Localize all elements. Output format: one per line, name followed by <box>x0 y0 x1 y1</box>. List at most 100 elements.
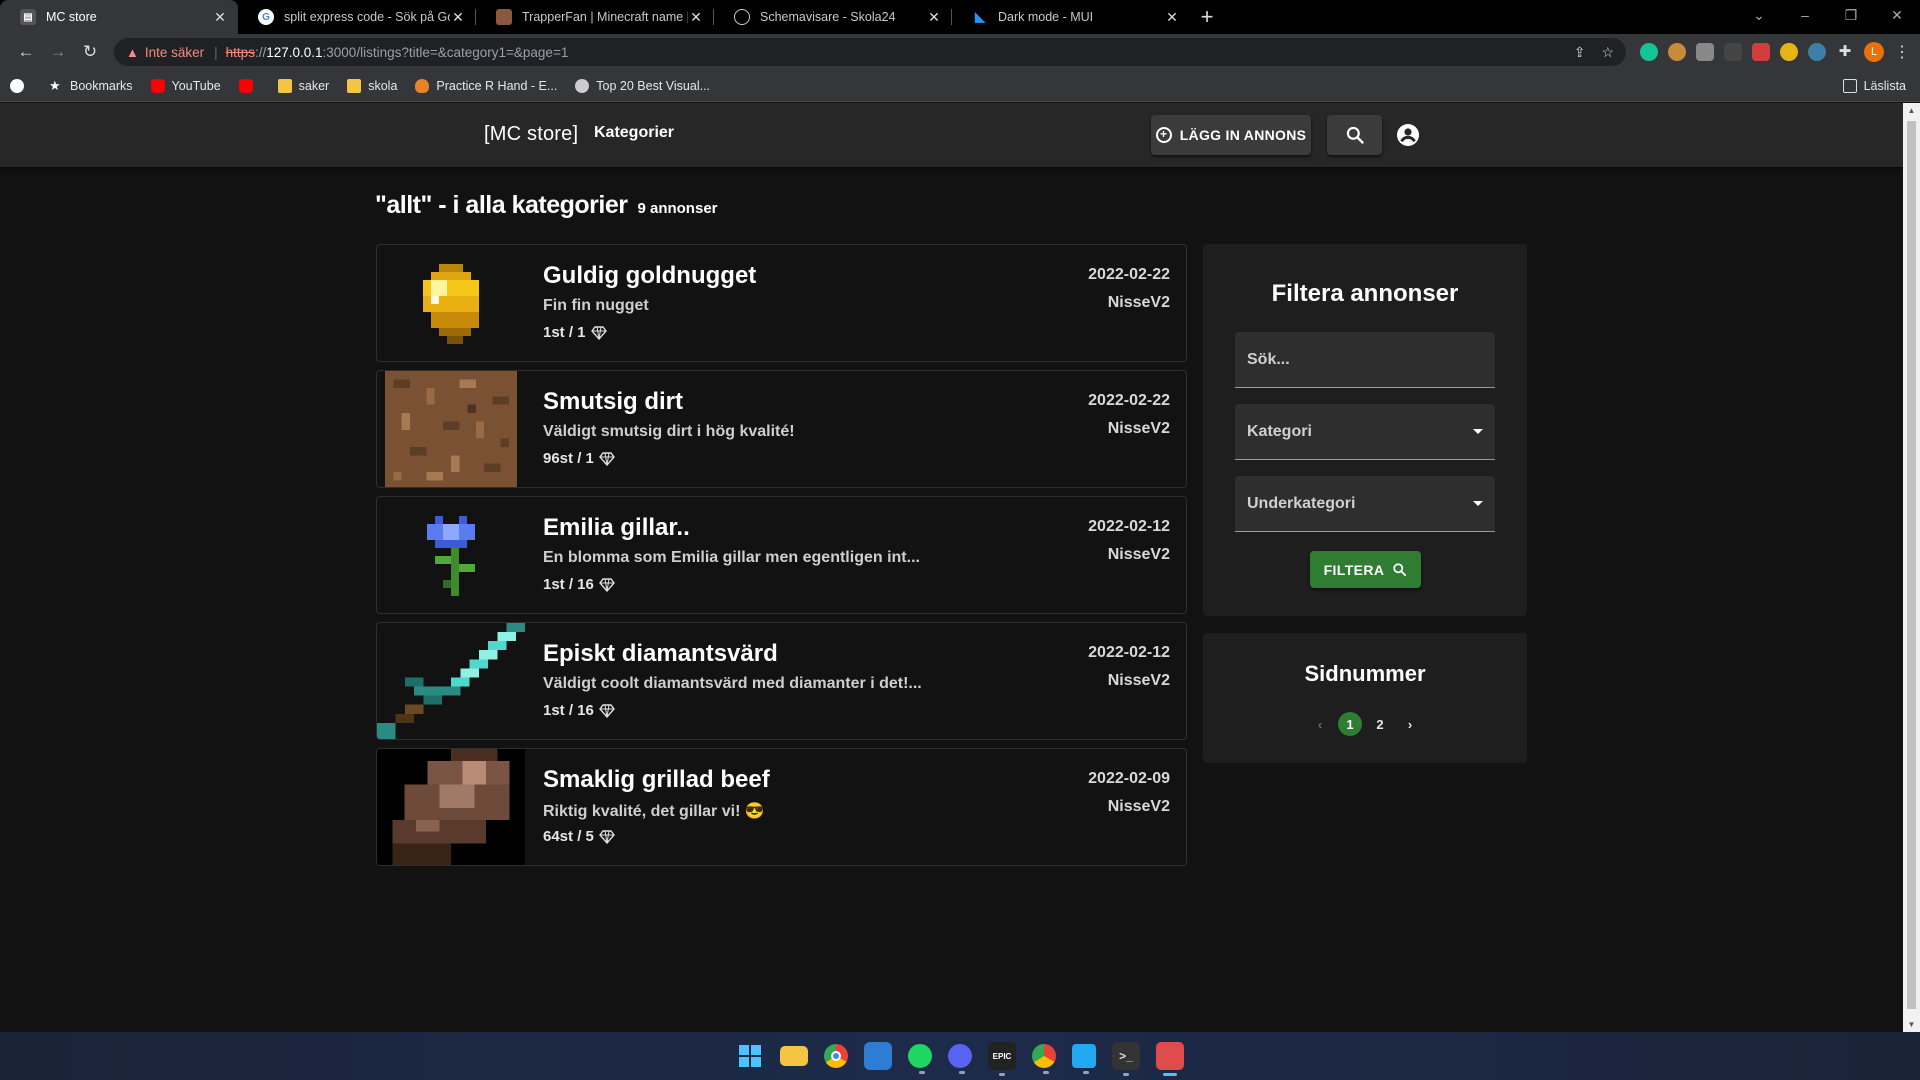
listing-card[interactable]: Episkt diamantsvärd Väldigt coolt diaman… <box>376 622 1187 740</box>
bookmark-star-icon[interactable]: ☆ <box>1601 44 1614 61</box>
bookmark-item[interactable]: ★ Bookmarks <box>49 78 133 93</box>
mc-store-favicon-icon: ▤ <box>20 9 36 25</box>
listing-price: 96st / 1 <box>543 450 615 467</box>
scrollbar-thumb[interactable] <box>1907 121 1916 1009</box>
listing-card[interactable]: Smutsig dirt Väldigt smutsig dirt i hög … <box>376 370 1187 488</box>
brand-logo[interactable]: [MC store] <box>484 123 578 146</box>
listing-card[interactable]: Guldig goldnugget Fin fin nugget 1st / 1… <box>376 244 1187 362</box>
terminal-icon[interactable]: >_ <box>1112 1042 1140 1076</box>
bookmark-item[interactable]: Top 20 Best Visual... <box>575 78 710 93</box>
browser-tab[interactable]: G split express code - Sök på Goog ✕ <box>238 0 476 34</box>
extension-yellow-icon[interactable] <box>1780 43 1798 61</box>
extension-globe-icon[interactable] <box>1808 43 1826 61</box>
back-button[interactable]: ← <box>10 42 42 62</box>
extension-pen-icon[interactable] <box>1724 43 1742 61</box>
restore-button[interactable]: ❐ <box>1828 0 1874 34</box>
listing-title[interactable]: Emilia gillar.. <box>543 514 690 542</box>
reading-list[interactable]: Läslista <box>1842 78 1906 93</box>
chrome-menu-icon[interactable]: ⋮ <box>1894 42 1910 62</box>
close-tab-icon[interactable]: ✕ <box>688 9 704 26</box>
category-select[interactable]: Kategori <box>1235 404 1495 460</box>
security-label[interactable]: Inte säker <box>145 45 204 60</box>
windows-start-icon[interactable] <box>736 1042 764 1070</box>
listing-seller[interactable]: NisseV2 <box>1108 294 1170 312</box>
youtube-icon <box>150 78 165 93</box>
subcategory-select[interactable]: Underkategori <box>1235 476 1495 532</box>
extensions-puzzle-icon[interactable]: ✚ <box>1836 43 1854 61</box>
listing-seller[interactable]: NisseV2 <box>1108 420 1170 438</box>
address-bar[interactable]: ▲ Inte säker | https://127.0.0.1:3000/li… <box>114 38 1626 66</box>
new-tab-button[interactable]: + <box>1190 0 1224 34</box>
forward-button[interactable]: → <box>42 42 74 62</box>
listing-date: 2022-02-22 <box>1088 392 1170 409</box>
add-listing-button[interactable]: + LÄGG IN ANNONS <box>1151 115 1311 155</box>
listing-title[interactable]: Episkt diamantsvärd <box>543 640 778 668</box>
listing-card[interactable]: Smaklig grillad beef Riktig kvalité, det… <box>376 748 1187 866</box>
tab-title: split express code - Sök på Goog <box>284 10 450 24</box>
globe-icon <box>734 9 750 25</box>
listing-title[interactable]: Smutsig dirt <box>543 388 683 416</box>
tab-title: MC store <box>46 10 97 24</box>
results-heading: "allt" - i alla kategorier 9 annonser <box>375 191 718 220</box>
browser-tab[interactable]: ▤ MC store ✕ <box>0 0 238 34</box>
close-tab-icon[interactable]: ✕ <box>212 9 228 26</box>
search-input[interactable]: Sök... <box>1235 332 1495 388</box>
listing-date: 2022-02-22 <box>1088 266 1170 283</box>
bookmark-app-icon[interactable] <box>10 78 31 93</box>
scroll-up-icon[interactable]: ▲ <box>1903 106 1920 115</box>
filter-panel-title: Filtera annonser <box>1271 280 1459 307</box>
page-scrollbar[interactable]: ▲ ▼ <box>1903 103 1920 1032</box>
listing-title[interactable]: Smaklig grillad beef <box>543 766 770 794</box>
paint-app-icon[interactable] <box>1156 1042 1184 1076</box>
results-count: 9 annonser <box>637 200 718 217</box>
previous-page-icon[interactable]: ‹ <box>1308 712 1332 736</box>
chrome-icon[interactable] <box>824 1044 848 1068</box>
profile-avatar[interactable]: L <box>1864 42 1884 62</box>
grammarly-extension-icon[interactable] <box>1640 43 1658 61</box>
file-explorer-icon[interactable] <box>780 1046 808 1066</box>
page-button-1[interactable]: 1 <box>1338 712 1362 736</box>
share-icon[interactable]: ⇪ <box>1574 44 1586 61</box>
visual-studio-icon[interactable] <box>864 1042 892 1070</box>
bookmark-folder[interactable]: saker <box>277 78 329 93</box>
close-tab-icon[interactable]: ✕ <box>926 9 942 26</box>
extension-red-icon[interactable] <box>1752 43 1770 61</box>
cookie-extension-icon[interactable] <box>1668 43 1686 61</box>
extension-k-icon[interactable] <box>1696 43 1714 61</box>
listing-seller[interactable]: NisseV2 <box>1108 798 1170 816</box>
discord-icon[interactable] <box>948 1044 972 1074</box>
bookmark-folder[interactable]: skola <box>347 78 397 93</box>
minimize-button[interactable]: – <box>1782 0 1828 34</box>
tab-search-icon[interactable]: ⌄ <box>1736 0 1782 34</box>
browser-tab[interactable]: ◣ Dark mode - MUI ✕ <box>952 0 1190 34</box>
reload-button[interactable]: ↻ <box>74 42 106 62</box>
epic-games-icon[interactable]: EPIC <box>988 1042 1016 1076</box>
page-button-2[interactable]: 2 <box>1368 712 1392 736</box>
nav-link-kategorier[interactable]: Kategorier <box>594 124 674 142</box>
bookmark-item[interactable] <box>238 78 260 93</box>
browser-tab[interactable]: TrapperFan | Minecraft name | 9b ✕ <box>476 0 714 34</box>
youtube-icon <box>238 78 253 93</box>
listing-card[interactable]: Emilia gillar.. En blomma som Emilia gil… <box>376 496 1187 614</box>
scroll-down-icon[interactable]: ▼ <box>1903 1020 1920 1029</box>
bookmark-item[interactable]: YouTube <box>150 78 221 93</box>
pagination-panel: Sidnummer ‹ 1 2 › <box>1203 633 1527 763</box>
bookmark-item[interactable]: Practice R Hand - E... <box>415 78 557 93</box>
next-page-icon[interactable]: › <box>1398 712 1422 736</box>
url-protocol: https <box>225 44 255 60</box>
close-tab-icon[interactable]: ✕ <box>450 9 466 26</box>
listing-title[interactable]: Guldig goldnugget <box>543 262 756 290</box>
search-button[interactable] <box>1327 115 1382 155</box>
listing-seller[interactable]: NisseV2 <box>1108 672 1170 690</box>
vscode-icon[interactable] <box>1072 1044 1096 1074</box>
listing-seller[interactable]: NisseV2 <box>1108 546 1170 564</box>
browser-tab[interactable]: Schemavisare - Skola24 ✕ <box>714 0 952 34</box>
spotify-icon[interactable] <box>908 1044 932 1074</box>
page-title: "allt" - i alla kategorier <box>375 191 628 219</box>
diamond-icon <box>598 577 615 592</box>
account-circle-icon[interactable] <box>1396 123 1420 147</box>
filter-button[interactable]: FILTERA <box>1310 551 1421 588</box>
close-window-button[interactable]: ✕ <box>1874 0 1920 34</box>
close-tab-icon[interactable]: ✕ <box>1164 9 1180 26</box>
chrome-profile-icon[interactable] <box>1032 1044 1056 1074</box>
